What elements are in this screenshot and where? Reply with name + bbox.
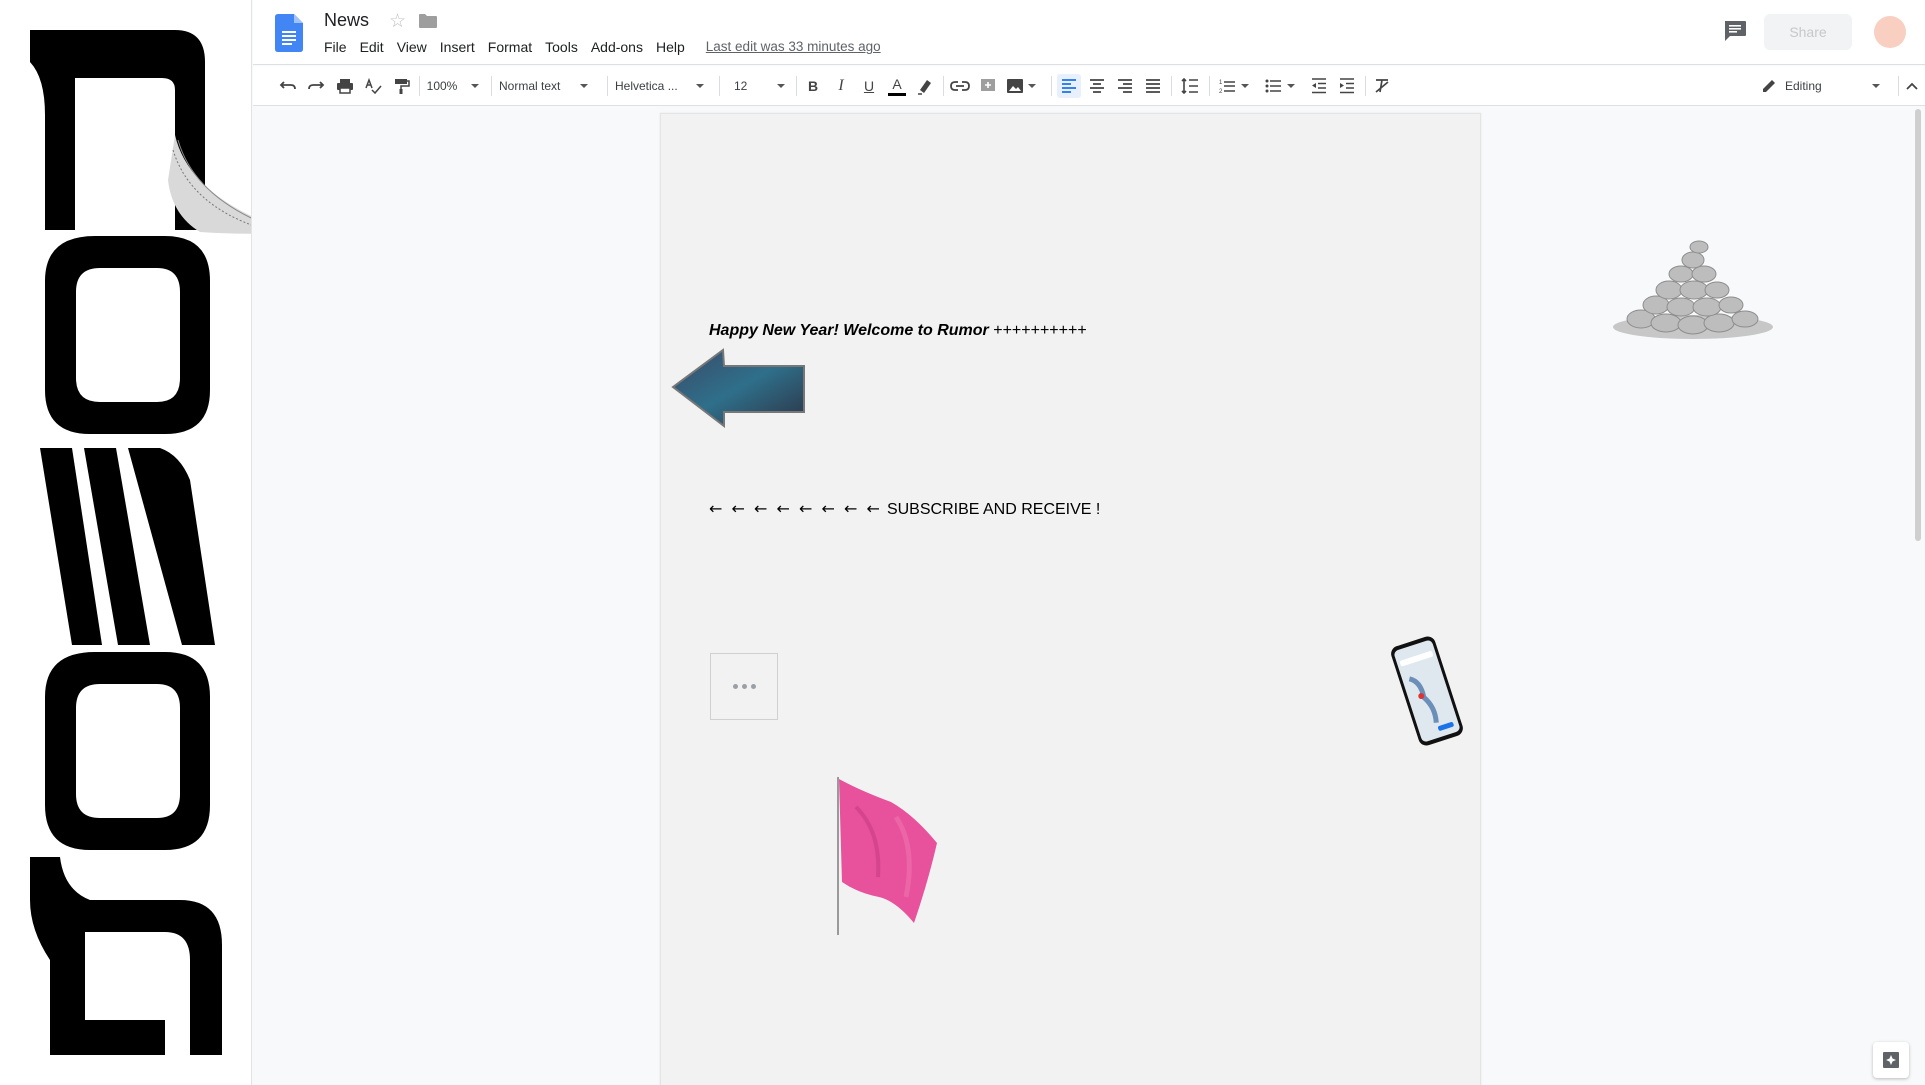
bulleted-list-icon[interactable] [1262, 74, 1298, 98]
menu-tools[interactable]: Tools [545, 39, 578, 55]
paint-format-icon[interactable] [390, 74, 412, 98]
undo-icon[interactable] [277, 74, 299, 98]
clear-formatting-icon[interactable] [1371, 74, 1393, 98]
document-page[interactable]: Happy New Year! Welcome to Rumor +++++++… [660, 113, 1481, 1085]
menu-edit[interactable]: Edit [360, 39, 384, 55]
editing-mode-label: Editing [1785, 79, 1822, 93]
redo-icon[interactable] [305, 74, 327, 98]
print-icon[interactable] [334, 74, 356, 98]
avatar[interactable] [1874, 16, 1906, 48]
style-select[interactable]: Normal text [499, 74, 599, 98]
pink-flag-image[interactable] [836, 777, 946, 937]
align-left-icon[interactable] [1057, 74, 1081, 98]
chevron-down-icon [471, 84, 480, 88]
style-value: Normal text [499, 79, 561, 93]
collapse-toolbar-icon[interactable] [1903, 74, 1921, 98]
chevron-down-icon [1871, 84, 1880, 88]
header: News ☆ File Edit View Insert Format Tool… [253, 0, 1925, 65]
left-arrow-image[interactable] [671, 346, 806, 428]
chevron-down-icon [1287, 84, 1295, 88]
star-icon[interactable]: ☆ [389, 10, 406, 33]
chevron-down-icon [580, 84, 589, 88]
bold-icon[interactable]: B [802, 74, 824, 98]
app-root: News ☆ File Edit View Insert Format Tool… [0, 0, 1925, 1085]
document-title[interactable]: News [324, 10, 369, 31]
loading-dot [741, 684, 747, 689]
heading-line[interactable]: Happy New Year! Welcome to Rumor +++++++… [709, 322, 1087, 340]
last-edit-link[interactable]: Last edit was 33 minutes ago [706, 39, 881, 55]
align-center-icon[interactable] [1086, 74, 1108, 98]
smartphone-map-image[interactable] [1380, 634, 1474, 749]
comment-icon[interactable] [1723, 20, 1747, 42]
art-panel [0, 0, 252, 1085]
menu-bar: File Edit View Insert Format Tools Add-o… [324, 39, 881, 55]
chevron-down-icon [1241, 84, 1249, 88]
scrollbar-thumb[interactable] [1915, 109, 1921, 541]
insert-comment-icon[interactable] [977, 74, 999, 98]
highlight-icon[interactable] [914, 74, 936, 98]
zoom-select[interactable]: 100% [425, 74, 481, 98]
loading-placeholder[interactable] [710, 653, 778, 720]
document-canvas[interactable]: Happy New Year! Welcome to Rumor +++++++… [253, 107, 1925, 1085]
abstract-lettering-artwork [30, 30, 251, 1055]
chevron-down-icon [777, 84, 786, 88]
text-color-icon[interactable]: A [886, 74, 908, 98]
folder-icon[interactable] [419, 14, 437, 28]
link-icon[interactable] [949, 74, 971, 98]
insert-image-icon[interactable] [1005, 74, 1037, 98]
line-spacing-icon[interactable] [1179, 74, 1201, 98]
chevron-down-icon [695, 84, 704, 88]
menu-view[interactable]: View [397, 39, 427, 55]
editing-mode-select[interactable]: Editing [1761, 74, 1891, 98]
subscribe-line[interactable]: ← ← ← ← ← ← ← ← SUBSCRIBE AND RECEIVE ! [709, 499, 1100, 519]
menu-format[interactable]: Format [488, 39, 532, 55]
menu-add-ons[interactable]: Add-ons [591, 39, 643, 55]
vertical-scrollbar[interactable] [1914, 107, 1922, 1085]
pencil-icon [1763, 80, 1775, 92]
heading-text: Happy New Year! Welcome to Rumor [709, 322, 989, 339]
align-right-icon[interactable] [1114, 74, 1136, 98]
svg-text:1: 1 [1219, 80, 1223, 86]
font-size-value: 12 [734, 79, 748, 93]
explore-button[interactable] [1873, 1042, 1909, 1078]
chevron-down-icon [1028, 84, 1036, 88]
menu-file[interactable]: File [324, 39, 347, 55]
font-size-select[interactable]: 12 [734, 74, 788, 98]
zoom-value: 100% [426, 79, 458, 93]
align-justify-icon[interactable] [1142, 74, 1164, 98]
explore-icon [1883, 1052, 1899, 1068]
numbered-list-icon[interactable]: 12 [1216, 74, 1252, 98]
subscribe-arrows: ← ← ← ← ← ← ← ← [709, 499, 882, 518]
italic-icon[interactable]: I [830, 74, 852, 98]
decrease-indent-icon[interactable] [1308, 74, 1330, 98]
underline-icon[interactable]: U [858, 74, 880, 98]
font-value: Helvetica ... [615, 79, 678, 93]
menu-help[interactable]: Help [656, 39, 685, 55]
toolbar: 100% Normal text Helvetica ... 12 B I U … [253, 66, 1925, 106]
google-docs-icon[interactable] [275, 14, 303, 52]
spellcheck-icon[interactable] [362, 74, 384, 98]
subscribe-text: SUBSCRIBE AND RECEIVE ! [886, 501, 1101, 518]
menu-insert[interactable]: Insert [440, 39, 475, 55]
svg-text:2: 2 [1219, 89, 1223, 94]
font-select[interactable]: Helvetica ... [615, 74, 711, 98]
loading-dot [732, 684, 738, 689]
heading-suffix: ++++++++++ [993, 322, 1087, 339]
increase-indent-icon[interactable] [1336, 74, 1358, 98]
share-button[interactable]: Share [1764, 14, 1852, 50]
rock-pile-image[interactable] [1611, 227, 1776, 342]
loading-dot [750, 684, 756, 689]
